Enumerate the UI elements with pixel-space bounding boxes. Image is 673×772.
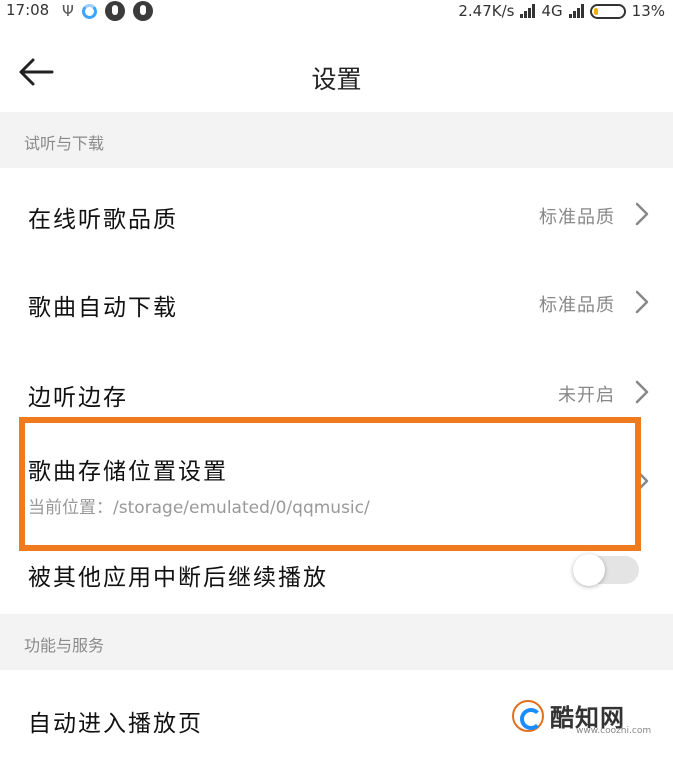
arrow-left-icon[interactable] <box>16 56 56 88</box>
status-time: 17:08 <box>6 1 50 19</box>
chevron-right-icon <box>635 380 649 404</box>
section-header-label: 试听与下载 <box>24 134 105 153</box>
section-header-features-services: 功能与服务 <box>0 614 673 670</box>
row-value: 标准品质 <box>539 207 615 228</box>
watermark-url: www.coozhi.com <box>576 726 652 736</box>
status-bar: 17:08 Ψ 2.47K/s 4G 13% <box>0 0 673 22</box>
chevron-right-icon <box>635 202 649 226</box>
row-value: 标准品质 <box>539 295 615 316</box>
usb-icon: Ψ <box>62 2 74 20</box>
signal-icon <box>568 4 584 18</box>
row-label: 边听边存 <box>28 385 128 411</box>
signal-icon <box>520 4 536 18</box>
settings-row-online-quality[interactable]: 在线听歌品质 标准品质 <box>0 170 673 258</box>
row-label: 自动进入播放页 <box>28 711 203 737</box>
row-label: 歌曲自动下载 <box>28 295 178 321</box>
page-title: 设置 <box>311 65 362 94</box>
row-value: 未开启 <box>558 385 615 406</box>
title-bar: 设置 <box>0 28 673 112</box>
network-type: 4G <box>541 2 563 20</box>
battery-icon <box>589 3 626 19</box>
settings-row-auto-download[interactable]: 歌曲自动下载 标准品质 <box>0 258 673 346</box>
row-label: 被其他应用中断后继续播放 <box>28 565 328 591</box>
watermark-logo-icon <box>512 700 544 732</box>
highlight-box <box>19 417 641 551</box>
settings-row-resume-after-interrupt: 被其他应用中断后继续播放 <box>0 544 673 612</box>
battery-percent: 13% <box>631 2 665 20</box>
toggle-knob <box>573 554 605 586</box>
status-icons-right: 2.47K/s 4G 13% <box>458 0 665 22</box>
chevron-right-icon <box>635 290 649 314</box>
status-icons-left: Ψ <box>62 0 153 22</box>
section-header-label: 功能与服务 <box>24 636 105 655</box>
app-notification-icon <box>132 1 153 21</box>
row-label: 在线听歌品质 <box>28 207 178 233</box>
app-notification-icon <box>104 1 125 21</box>
network-speed: 2.47K/s <box>458 2 515 20</box>
settings-row-cache-while-listening[interactable]: 边听边存 未开启 <box>0 346 673 418</box>
watermark: 酷知网 www.coozhi.com <box>512 698 662 738</box>
resume-playback-toggle[interactable] <box>573 554 639 586</box>
sync-ring-icon <box>81 3 97 19</box>
section-header-listen-download: 试听与下载 <box>0 112 673 168</box>
